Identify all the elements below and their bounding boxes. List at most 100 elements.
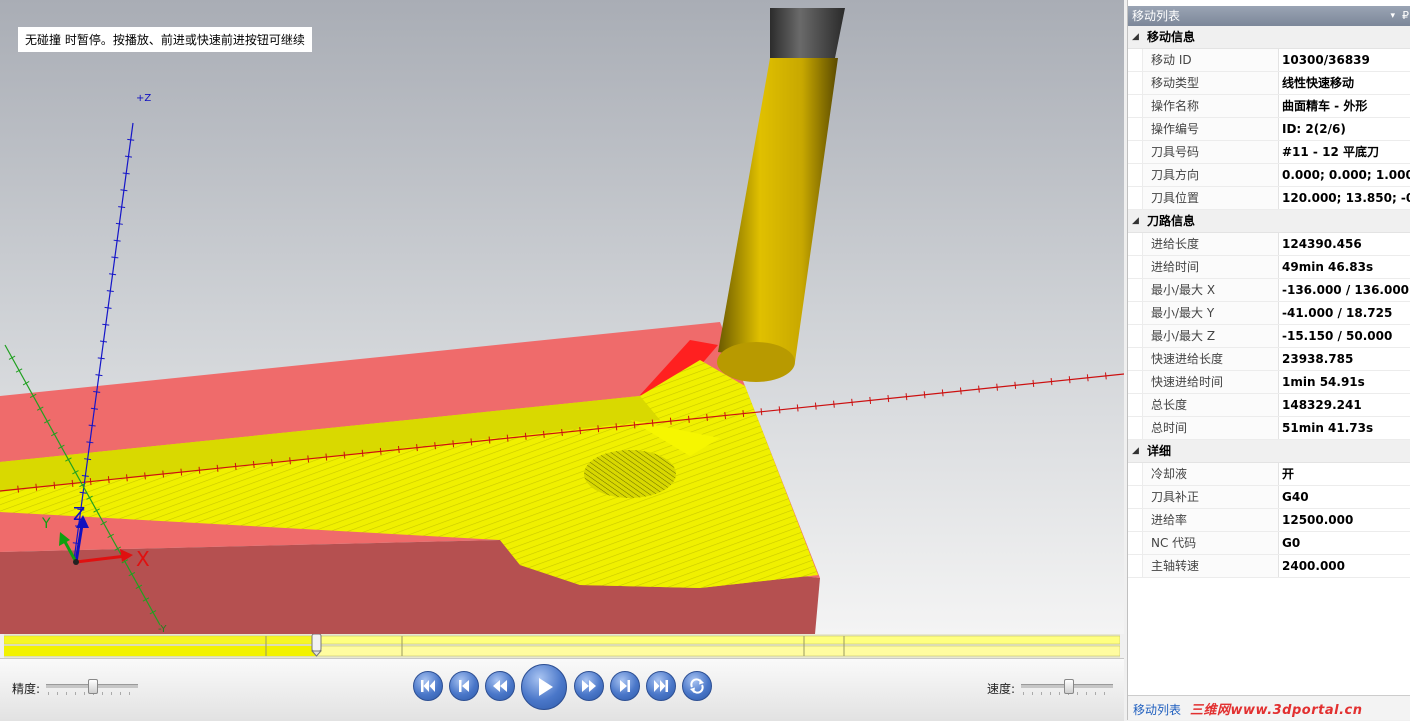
property-value: #11 - 12 平底刀	[1282, 145, 1379, 159]
property-key: 操作名称	[1142, 95, 1279, 117]
property-value: 开	[1282, 467, 1295, 481]
property-key: 进给长度	[1142, 233, 1279, 255]
property-row[interactable]: 最小/最大 Y -41.000 / 18.725	[1128, 302, 1410, 325]
precision-slider[interactable]	[46, 679, 138, 695]
panel-pin-icon[interactable]: ₽	[1402, 6, 1409, 26]
rewind-button[interactable]	[485, 671, 515, 701]
watermark: 三维网www.3dportal.cn	[1190, 703, 1363, 718]
property-key: 快速进给时间	[1142, 371, 1279, 393]
property-key: 总长度	[1142, 394, 1279, 416]
step-forward-button[interactable]	[610, 671, 640, 701]
property-row[interactable]: 刀具位置120.000; 13.850; -0.900	[1128, 187, 1410, 210]
property-key: 移动类型	[1142, 72, 1279, 94]
loop-button[interactable]	[682, 671, 712, 701]
fast-forward-icon	[582, 680, 596, 692]
collapse-triangle-icon[interactable]: ◢	[1132, 210, 1139, 232]
move-list-tab[interactable]: 移动列表	[1133, 701, 1181, 718]
section-title: 移动信息	[1147, 30, 1196, 44]
step-back-icon	[459, 680, 469, 692]
property-key: 最小/最大 Z	[1142, 325, 1279, 347]
property-key: 刀具号码	[1142, 141, 1279, 163]
panel-dropdown-icon[interactable]: ▾	[1390, 6, 1395, 26]
precision-slider-thumb[interactable]	[88, 679, 98, 694]
property-row[interactable]: NC 代码 G0	[1128, 532, 1410, 555]
property-row[interactable]: 冷却液开	[1128, 463, 1410, 486]
property-key: 刀具补正	[1142, 486, 1279, 508]
property-value: 10300/36839	[1282, 53, 1370, 67]
property-row[interactable]: 刀具方向 0.000; 0.000; 1.000	[1128, 164, 1410, 187]
property-key: 移动 ID	[1142, 49, 1279, 71]
scene-canvas[interactable]: +Z -Y X Z Y	[0, 0, 1124, 634]
to-start-button[interactable]	[413, 671, 443, 701]
step-back-button[interactable]	[449, 671, 479, 701]
collapse-triangle-icon[interactable]: ◢	[1132, 26, 1139, 48]
minus-y-label: -Y	[158, 624, 167, 634]
to-end-button[interactable]	[646, 671, 676, 701]
property-row[interactable]: 进给长度 124390.456	[1128, 233, 1410, 256]
panel-footer: 移动列表 三维网www.3dportal.cn	[1128, 695, 1410, 720]
speed-slider-thumb[interactable]	[1064, 679, 1074, 694]
property-value: ID: 2(2/6)	[1282, 122, 1346, 136]
property-key: 冷却液	[1142, 463, 1279, 485]
simulation-timeline[interactable]	[3, 633, 1121, 658]
gizmo-y-label: Y	[41, 516, 51, 532]
collapse-triangle-icon[interactable]: ◢	[1132, 440, 1139, 462]
skip-to-end-icon	[654, 680, 668, 692]
playback-controls: 精度: 速度:	[0, 658, 1124, 721]
property-row[interactable]: 快速进给时间 1min 54.91s	[1128, 371, 1410, 394]
property-key: 操作编号	[1142, 118, 1279, 140]
play-button[interactable]	[521, 664, 567, 710]
property-row[interactable]: 刀具号码 #11 - 12 平底刀	[1128, 141, 1410, 164]
property-key: 总时间	[1142, 417, 1279, 439]
property-value: -41.000 / 18.725	[1282, 306, 1393, 320]
property-row[interactable]: 刀具补正 G40	[1128, 486, 1410, 509]
panel-title-bar: 移动列表 ▾ ₽	[1128, 6, 1410, 26]
property-value: 23938.785	[1282, 352, 1354, 366]
speed-label: 速度:	[987, 682, 1016, 696]
property-row[interactable]: 移动 ID 10300/36839	[1128, 49, 1410, 72]
property-row[interactable]: 总长度 148329.241	[1128, 394, 1410, 417]
property-row[interactable]: 进给率 12500.000	[1128, 509, 1410, 532]
section-header[interactable]: ◢ 详细	[1128, 440, 1410, 463]
loop-icon	[690, 678, 704, 694]
property-row[interactable]: 操作编号 ID: 2(2/6)	[1128, 118, 1410, 141]
property-value: 124390.456	[1282, 237, 1362, 251]
property-row[interactable]: 移动类型 线性快速移动	[1128, 72, 1410, 95]
property-row[interactable]: 操作名称 曲面精车 - 外形	[1128, 95, 1410, 118]
simulation-status-message: 无碰撞 时暂停。按播放、前进或快速前进按钮可继续	[18, 27, 312, 52]
property-key: 进给时间	[1142, 256, 1279, 278]
property-row[interactable]: 快速进给长度 23938.785	[1128, 348, 1410, 371]
fast-forward-button[interactable]	[574, 671, 604, 701]
section-header[interactable]: ◢ 刀路信息	[1128, 210, 1410, 233]
property-key: 主轴转速	[1142, 555, 1279, 577]
property-row[interactable]: 最小/最大 Z -15.150 / 50.000	[1128, 325, 1410, 348]
speed-slider[interactable]	[1021, 679, 1113, 695]
simulation-viewport[interactable]: +Z -Y X Z Y 无碰撞 时暂停。按播放、前进或快速前进按钮可继续	[0, 0, 1124, 634]
property-key: 进给率	[1142, 509, 1279, 531]
property-row[interactable]: 主轴转速 2400.000	[1128, 555, 1410, 578]
property-value: 148329.241	[1282, 398, 1362, 412]
timeline-position-marker[interactable]	[310, 633, 323, 657]
property-row[interactable]: 进给时间 49min 46.83s	[1128, 256, 1410, 279]
property-value: 2400.000	[1282, 559, 1346, 573]
rewind-icon	[493, 680, 507, 692]
section-title: 详细	[1147, 444, 1172, 458]
property-value: 曲面精车 - 外形	[1282, 99, 1368, 113]
toolpath-pocket	[584, 450, 676, 498]
property-row[interactable]: 最小/最大 X -136.000 / 136.000	[1128, 279, 1410, 302]
property-value: 1min 54.91s	[1282, 375, 1365, 389]
property-key: 刀具位置	[1142, 187, 1279, 209]
property-value: -15.150 / 50.000	[1282, 329, 1393, 343]
plus-z-label: +Z	[136, 93, 151, 104]
timeline-track[interactable]	[3, 633, 1121, 658]
section-header[interactable]: ◢ 移动信息	[1128, 26, 1410, 49]
tool-tip	[717, 342, 795, 382]
precision-label: 精度:	[12, 682, 41, 696]
property-key: 最小/最大 Y	[1142, 302, 1279, 324]
step-forward-icon	[620, 680, 630, 692]
section-title: 刀路信息	[1147, 214, 1196, 228]
property-key: NC 代码	[1142, 532, 1279, 554]
property-value: -136.000 / 136.000	[1282, 283, 1410, 297]
property-row[interactable]: 总时间 51min 41.73s	[1128, 417, 1410, 440]
skip-to-start-icon	[421, 680, 435, 692]
